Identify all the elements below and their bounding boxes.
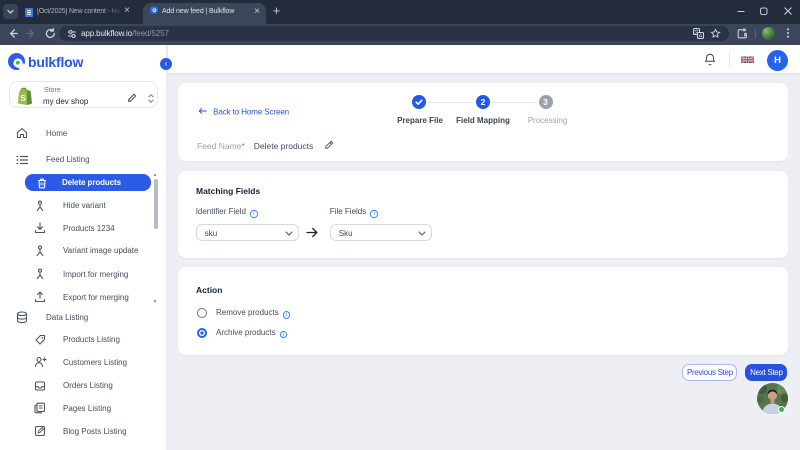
svg-text:S: S — [20, 94, 26, 103]
svg-text:A: A — [699, 34, 703, 39]
